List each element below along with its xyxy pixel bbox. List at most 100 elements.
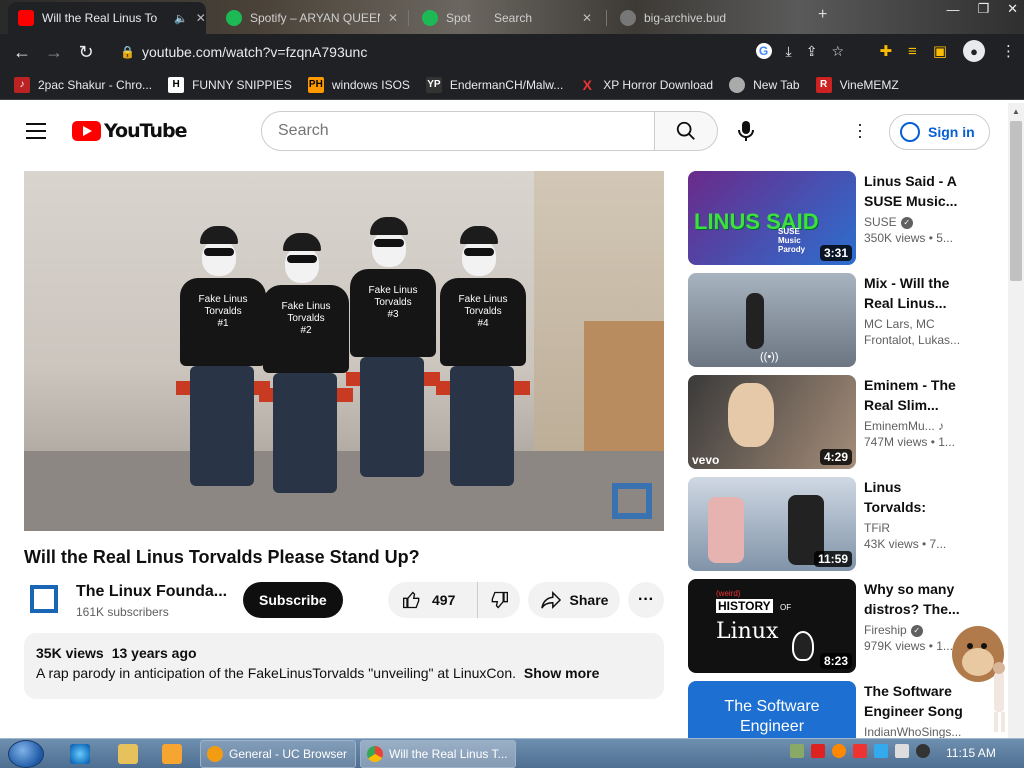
address-bar[interactable]: 🔒 youtube.com/watch?v=fzqnA793unc G ⤓ ⇪ … xyxy=(110,37,856,67)
close-tab-icon[interactable]: ✕ xyxy=(582,11,592,25)
taskbar-clock[interactable]: 11:15 AM xyxy=(946,746,996,760)
description-box[interactable]: 35K views 13 years ago A rap parody in a… xyxy=(24,633,664,699)
scrollbar-thumb[interactable] xyxy=(1010,121,1022,281)
linux-foundation-watermark-icon xyxy=(612,483,652,519)
tray-app-icon[interactable] xyxy=(790,744,804,758)
reload-icon[interactable]: ↻ xyxy=(70,36,102,68)
settings-menu-icon[interactable]: · · · xyxy=(850,115,870,145)
tray-v-icon[interactable] xyxy=(811,744,825,758)
tab-youtube-active[interactable]: Will the Real Linus To 🔈 ✕ xyxy=(8,2,206,34)
profile-avatar-icon[interactable]: ● xyxy=(963,40,985,62)
media-queue-icon[interactable]: ≡ xyxy=(908,43,917,60)
close-window-icon[interactable]: ✕ xyxy=(1007,1,1018,17)
bookmark-2pac[interactable]: ♪ 2pac Shakur - Chro... xyxy=(14,76,152,93)
show-more-link[interactable]: Show more xyxy=(524,665,599,681)
recommended-info: Linus Torvalds: Security is... TFiR 43K … xyxy=(864,477,964,551)
tab-search[interactable]: Search ✕ xyxy=(484,2,604,34)
recommended-title[interactable]: Mix - Will the Real Linus... xyxy=(864,273,964,313)
sign-in-button[interactable]: Sign in xyxy=(889,114,990,150)
tray-display-icon[interactable] xyxy=(874,744,888,758)
like-button[interactable]: 497 xyxy=(388,582,478,618)
taskbar-task-uc-browser[interactable]: General - UC Browser xyxy=(200,740,356,768)
recommended-title[interactable]: Linus Said - A SUSE Music... xyxy=(864,171,964,211)
chrome-menu-icon[interactable]: ⋮ xyxy=(1001,42,1016,60)
tab-spotify-2[interactable]: Spot xyxy=(412,2,482,34)
channel-avatar[interactable] xyxy=(30,585,58,613)
dislike-button[interactable] xyxy=(478,590,520,610)
start-orb-icon[interactable] xyxy=(8,740,44,768)
bookmark-endermanch[interactable]: YP EndermanCH/Malw... xyxy=(425,76,563,93)
bookmark-funny-snippies[interactable]: H FUNNY SNIPPIES xyxy=(168,76,292,93)
share-page-icon[interactable]: ⇪ xyxy=(806,43,818,60)
video-thumbnail[interactable]: ((•)) xyxy=(688,273,856,367)
minimize-icon[interactable]: — xyxy=(946,2,959,17)
voice-search-button[interactable] xyxy=(726,111,766,151)
youtube-wordmark: YouTube xyxy=(104,120,187,142)
description-text-row: A rap parody in anticipation of the Fake… xyxy=(36,665,652,681)
youtube-logo[interactable]: YouTube xyxy=(72,120,187,142)
close-tab-icon[interactable]: ✕ xyxy=(196,11,206,25)
bookmark-star-icon[interactable]: ☆ xyxy=(831,43,844,60)
audio-playing-icon[interactable]: 🔈 xyxy=(174,12,188,25)
url-text[interactable]: youtube.com/watch?v=fzqnA793unc xyxy=(142,44,367,60)
recommended-video[interactable]: 11:59 Linus Torvalds: Security is... TFi… xyxy=(688,477,988,579)
google-lens-icon[interactable]: G xyxy=(755,43,772,59)
scroll-up-arrow-icon[interactable]: ▲ xyxy=(1012,107,1020,116)
search-input[interactable] xyxy=(278,122,654,140)
forward-arrow-icon[interactable]: → xyxy=(38,36,70,68)
internet-explorer-icon[interactable] xyxy=(70,744,90,764)
video-thumbnail[interactable]: 11:59 xyxy=(688,477,856,571)
tab-archive[interactable]: big-archive.bud xyxy=(610,2,760,34)
more-actions-button[interactable]: ··· xyxy=(628,582,664,618)
search-button[interactable] xyxy=(654,111,718,151)
person-face xyxy=(202,240,236,276)
tray-volume-icon[interactable] xyxy=(916,744,930,758)
recommended-video[interactable]: (weird) HISTORY OF Linux 8:23 Why so man… xyxy=(688,579,988,681)
video-thumbnail[interactable]: LINUS SAID SUSE Music Parody 3:31 xyxy=(688,171,856,265)
video-thumbnail[interactable]: The Software Engineer xyxy=(688,681,856,738)
video-thumbnail[interactable]: (weird) HISTORY OF Linux 8:23 xyxy=(688,579,856,673)
recommended-channel[interactable]: TFiR xyxy=(864,521,964,535)
bookmark-favicon-icon: ♪ xyxy=(14,76,30,93)
hamburger-menu-icon[interactable] xyxy=(26,123,46,144)
person-cap xyxy=(200,226,238,244)
subscribe-button[interactable]: Subscribe xyxy=(243,582,343,618)
tray-flag-icon[interactable] xyxy=(853,744,867,758)
new-tab-button[interactable]: + xyxy=(818,6,827,24)
back-arrow-icon[interactable]: ← xyxy=(6,36,38,68)
bookmark-vinememz[interactable]: R VineMEMZ xyxy=(815,76,899,93)
shirt-text: Fake Linus Torvalds #4 xyxy=(440,278,526,366)
search-box[interactable] xyxy=(261,111,655,151)
media-player-icon[interactable] xyxy=(162,744,182,764)
bookmark-windows-isos[interactable]: PH windows ISOS xyxy=(307,76,410,93)
lock-icon[interactable]: 🔒 xyxy=(120,45,135,59)
tray-network-icon[interactable] xyxy=(895,744,909,758)
like-dislike-pill: 497 xyxy=(388,582,520,618)
recommended-channel[interactable]: EminemMu... ♪ xyxy=(864,419,964,433)
install-app-icon[interactable]: ⤓ xyxy=(786,43,792,60)
taskbar-task-chrome[interactable]: Will the Real Linus T... xyxy=(360,740,516,768)
video-thumbnail[interactable]: vevo 4:29 xyxy=(688,375,856,469)
recommended-channel[interactable]: MC Lars, MC xyxy=(864,317,964,331)
recommended-video[interactable]: LINUS SAID SUSE Music Parody 3:31 Linus … xyxy=(688,171,988,273)
close-tab-icon[interactable]: ✕ xyxy=(388,11,398,25)
channel-name[interactable]: The Linux Founda... xyxy=(76,583,227,601)
recommended-channel[interactable]: SUSE ✓ xyxy=(864,215,964,229)
tab-spotify[interactable]: Spotify – ARYAN QUEEN ✕ xyxy=(216,2,406,34)
side-panel-icon[interactable]: ▣ xyxy=(933,42,947,60)
extensions-puzzle-icon[interactable]: ✚ xyxy=(879,42,892,60)
subscriber-count: 161K subscribers xyxy=(76,605,169,619)
maximize-icon[interactable]: ❐ xyxy=(977,1,989,17)
window-controls: — ❐ ✕ xyxy=(946,0,1018,18)
recommended-video[interactable]: The Software Engineer The Software Engin… xyxy=(688,681,988,738)
bookmark-new-tab[interactable]: New Tab xyxy=(729,76,800,93)
file-explorer-icon[interactable] xyxy=(118,744,138,764)
recommended-video[interactable]: vevo 4:29 Eminem - The Real Slim... Emin… xyxy=(688,375,988,477)
video-player[interactable]: Fake Linus Torvalds #1 Fake Linus Torval… xyxy=(24,171,664,531)
recommended-video[interactable]: ((•)) Mix - Will the Real Linus... MC La… xyxy=(688,273,988,375)
recommended-title[interactable]: Eminem - The Real Slim... xyxy=(864,375,964,415)
share-button[interactable]: Share xyxy=(528,582,620,618)
recommended-title[interactable]: Linus Torvalds: Security is... xyxy=(864,477,964,517)
tray-search-icon[interactable] xyxy=(832,744,846,758)
bookmark-xp-horror[interactable]: X XP Horror Download xyxy=(579,77,714,93)
